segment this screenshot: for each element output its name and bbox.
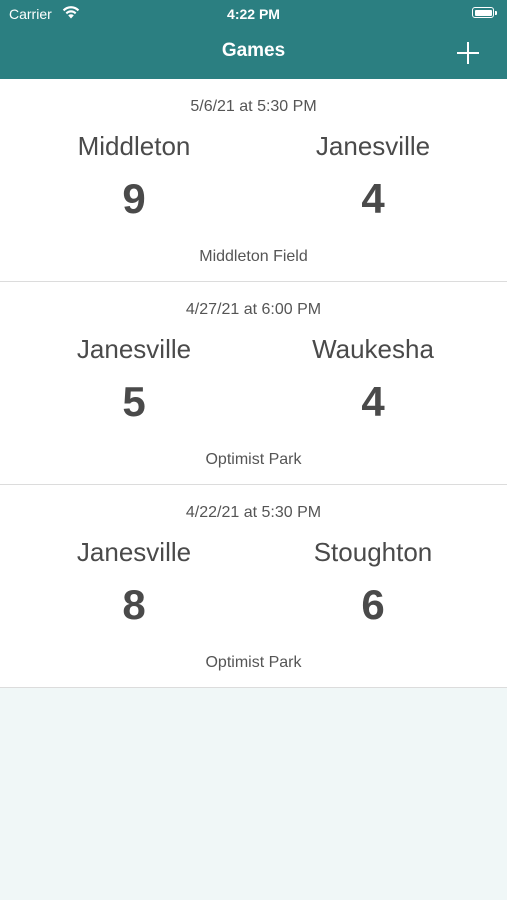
status-bar: Carrier 4:22 PM [0,0,507,28]
away-team-score: 4 [361,175,385,222]
game-row[interactable]: 5/6/21 at 5:30 PM Middleton Janesville 9… [0,79,507,282]
game-row[interactable]: 4/27/21 at 6:00 PM Janesville Waukesha 5… [0,282,507,485]
battery-icon [472,7,497,18]
home-team-score: 8 [122,581,146,628]
game-venue: Optimist Park [205,451,302,468]
page-title: Games [221,40,286,61]
away-team-score: 4 [361,378,385,425]
away-team-name: Stoughton [313,537,433,567]
away-team-score: 6 [361,581,385,628]
game-date: 4/22/21 at 5:30 PM [185,504,322,521]
away-team-name: Janesville [315,131,431,161]
home-team-score: 9 [122,175,146,222]
home-team-name: Middleton [77,131,191,161]
game-venue: Middleton Field [199,248,308,265]
game-venue: Optimist Park [205,654,302,671]
add-game-button[interactable] [455,40,481,66]
navigation-bar: Carrier 4:22 PM Games [0,0,507,79]
home-team-name: Janesville [76,537,192,567]
game-date: 5/6/21 at 5:30 PM [190,98,317,115]
games-list: 5/6/21 at 5:30 PM Middleton Janesville 9… [0,79,507,688]
away-team-name: Waukesha [312,334,434,364]
home-team-score: 5 [122,378,146,425]
game-row[interactable]: 4/22/21 at 5:30 PM Janesville Stoughton … [0,485,507,688]
home-team-name: Janesville [76,334,192,364]
status-time: 4:22 PM [227,6,280,22]
game-date: 4/27/21 at 6:00 PM [185,301,322,318]
